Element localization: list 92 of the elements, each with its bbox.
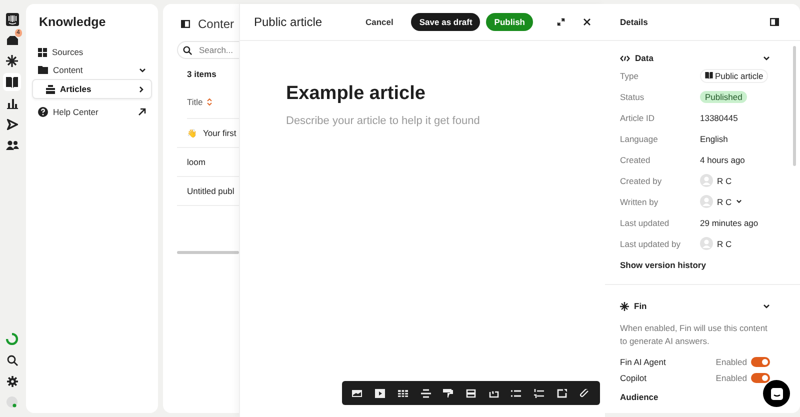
book-icon[interactable] [6, 76, 18, 88]
field-label: Article ID [620, 112, 656, 122]
item-count: 3 items [187, 69, 218, 79]
embed-icon[interactable] [466, 388, 476, 398]
bar-chart-icon[interactable] [6, 98, 18, 108]
chevron-down-icon[interactable] [139, 66, 146, 74]
section-header[interactable]: Data [620, 51, 770, 65]
chevron-down-icon[interactable] [763, 54, 770, 62]
book-icon [705, 72, 713, 79]
field-value: 13380445 [700, 112, 738, 122]
inbox-icon[interactable] [6, 35, 18, 45]
search-icon [183, 46, 192, 55]
grid-icon [38, 48, 47, 56]
field-label: Last updated [620, 218, 670, 228]
fin-description: When enabled, Fin will use this content to generate AI answers. [620, 322, 768, 348]
scrollbar[interactable] [793, 46, 796, 166]
field-label: Created by [620, 176, 663, 186]
chevron-right-icon[interactable] [138, 86, 145, 92]
field-label: Status [620, 92, 646, 102]
frame-icon[interactable] [556, 388, 567, 398]
status-badge: Published [700, 90, 748, 102]
table-icon[interactable] [398, 388, 408, 398]
search-icon[interactable] [6, 354, 18, 366]
chevron-down-icon[interactable] [736, 199, 742, 204]
field-value: 29 minutes ago [700, 218, 758, 228]
field-label: Last updated by [620, 238, 682, 248]
numbers-icon[interactable] [534, 388, 544, 398]
toggle-state: Enabled [716, 372, 747, 382]
column-header[interactable]: Title [187, 97, 203, 107]
send-icon[interactable] [6, 118, 18, 130]
image-icon[interactable] [352, 388, 362, 398]
field-label: Created [620, 154, 652, 164]
save-draft-button[interactable]: Save as draft [411, 13, 480, 31]
nav-item[interactable]: Help Center [32, 103, 152, 121]
logo-icon[interactable] [6, 12, 18, 26]
people-icon[interactable] [6, 140, 18, 150]
panel-title: Knowledge [39, 15, 107, 29]
emoji-icon: 👋 [187, 128, 197, 138]
editor-title: Public article [254, 15, 322, 29]
cancel-button[interactable]: Cancel [358, 13, 406, 31]
attach-icon[interactable] [580, 388, 590, 398]
stack-icon [46, 84, 55, 94]
toggle-label: Copilot [620, 372, 648, 382]
avatar-icon [700, 237, 713, 250]
field-value: English [700, 134, 728, 144]
section-header[interactable]: Fin [620, 299, 770, 313]
bullets-icon[interactable] [511, 388, 522, 398]
settings-icon[interactable] [6, 376, 18, 386]
toggle-state: Enabled [716, 356, 747, 366]
progress-ring-icon [6, 333, 18, 345]
divider-icon[interactable] [420, 388, 431, 398]
chat-icon [770, 386, 784, 400]
toggle-label: Fin AI Agent [620, 356, 667, 366]
nav-item[interactable]: Content [32, 61, 152, 79]
nav-item[interactable]: Sources [32, 43, 152, 61]
nav-item[interactable]: Articles [32, 79, 152, 99]
folder-icon [38, 66, 48, 74]
version-history-link[interactable]: Show version history [620, 260, 770, 270]
video-icon[interactable] [375, 388, 386, 398]
close-icon[interactable] [583, 18, 591, 26]
scrollbar[interactable] [177, 251, 239, 254]
search-field[interactable]: Search... [177, 41, 239, 59]
field-label: Type [620, 70, 640, 80]
sort-icon[interactable] [206, 98, 212, 106]
section-title: Audience [620, 392, 660, 402]
help-icon [38, 107, 48, 117]
table-cell[interactable]: Your first [203, 128, 236, 138]
type-tag[interactable]: Public article [700, 68, 768, 82]
code-icon [620, 54, 630, 62]
person-name: R C [717, 238, 732, 248]
avatar-icon [700, 174, 713, 187]
field-value: 4 hours ago [700, 154, 745, 164]
description-field[interactable]: Describe your article to help it get found [286, 115, 546, 127]
field-label: Language [620, 134, 659, 144]
panel-toggle-icon[interactable] [770, 18, 779, 26]
chevron-down-icon[interactable] [763, 302, 770, 310]
person-name[interactable]: R C [717, 196, 732, 206]
toggle-switch[interactable] [751, 372, 770, 382]
sidebar-toggle-icon[interactable] [181, 20, 190, 28]
table-cell[interactable]: Untitled publ [187, 186, 234, 196]
panel-title: Conter [198, 17, 234, 31]
article-heading[interactable]: Example article [286, 83, 559, 105]
avatar-icon [700, 195, 713, 208]
publish-button[interactable]: Publish [486, 13, 533, 31]
avatar-icon[interactable] [6, 396, 18, 408]
table-cell[interactable]: loom [187, 157, 206, 167]
panel-title: Details [620, 17, 648, 27]
expand-icon[interactable] [557, 18, 565, 26]
external-link-icon [138, 108, 146, 116]
person-name: R C [717, 176, 732, 186]
toggle-switch[interactable] [751, 356, 770, 366]
field-label: Written by [620, 196, 660, 206]
